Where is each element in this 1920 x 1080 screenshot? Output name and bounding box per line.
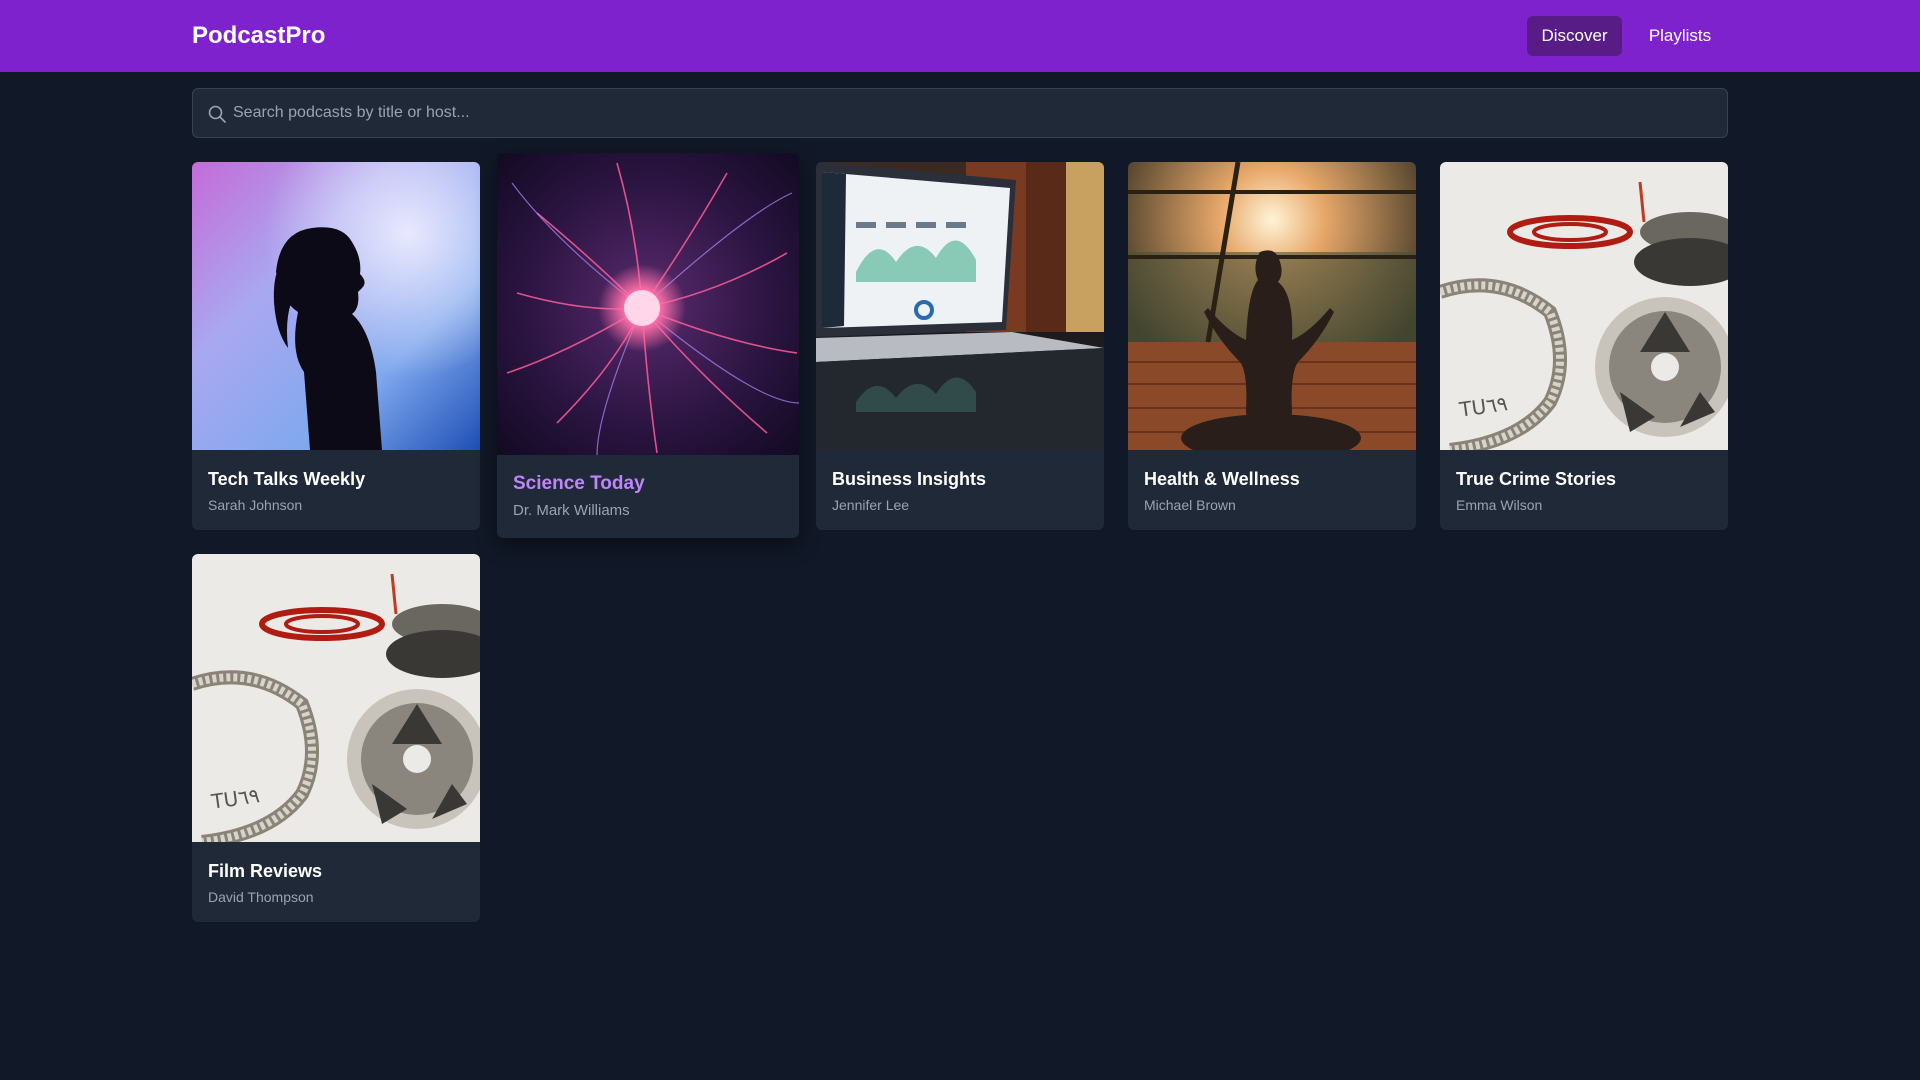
podcast-card-true-crime-stories[interactable]: TU٦٩ True Crime Stories Emma Wilson <box>1440 162 1728 530</box>
podcast-host: David Thompson <box>208 889 314 905</box>
podcast-title: Business Insights <box>832 469 987 489</box>
podcast-cover-image: TU٦٩ <box>1440 162 1728 450</box>
top-nav-bar: PodcastPro Discover Playlists <box>0 0 1920 72</box>
nav-playlists-button[interactable]: Playlists <box>1635 16 1725 56</box>
nav-discover-button[interactable]: Discover <box>1527 16 1622 56</box>
podcast-card-science-today[interactable]: Science Today Dr. Mark Williams <box>497 153 799 538</box>
podcast-cover-image <box>1128 162 1416 450</box>
podcast-title: Tech Talks Weekly <box>208 469 366 489</box>
podcast-card-film-reviews[interactable]: TU٦٩ Film Reviews David Thompson <box>192 554 480 922</box>
podcast-cover-image <box>497 153 799 455</box>
podcast-title: True Crime Stories <box>1456 469 1617 489</box>
search-icon <box>207 104 227 124</box>
podcast-title: Health & Wellness <box>1144 469 1300 489</box>
podcast-card-business-insights[interactable]: Business Insights Jennifer Lee <box>816 162 1104 530</box>
podcast-title: Film Reviews <box>208 861 323 881</box>
podcast-host: Dr. Mark Williams <box>513 502 630 519</box>
search-input[interactable] <box>233 89 1713 137</box>
search-bar <box>192 88 1728 138</box>
podcast-cover-image: TU٦٩ <box>192 554 480 842</box>
podcast-host: Jennifer Lee <box>832 497 910 513</box>
podcast-card-health-wellness[interactable]: Health & Wellness Michael Brown <box>1128 162 1416 530</box>
podcast-cover-image <box>816 162 1104 450</box>
podcast-card-tech-talks-weekly[interactable]: Tech Talks Weekly Sarah Johnson <box>192 162 480 530</box>
podcast-title: Science Today <box>513 473 645 494</box>
podcast-host: Sarah Johnson <box>208 497 303 513</box>
podcast-host: Emma Wilson <box>1456 497 1543 513</box>
brand-logo[interactable]: PodcastPro <box>192 22 325 50</box>
podcast-host: Michael Brown <box>1144 497 1236 513</box>
podcast-cover-image <box>192 162 480 450</box>
